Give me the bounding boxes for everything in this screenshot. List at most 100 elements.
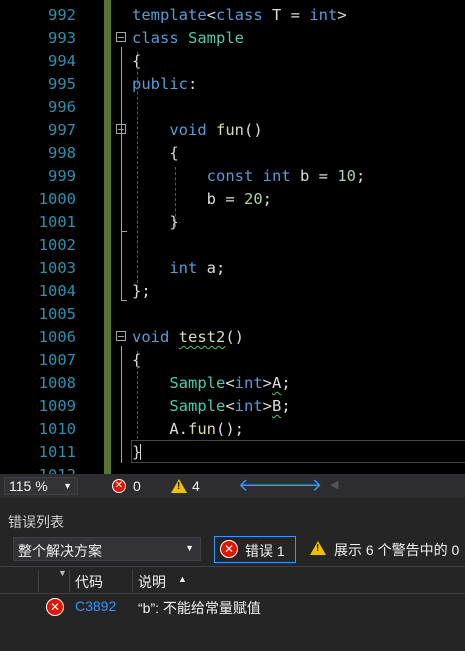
code-text[interactable]: Sample<int>B; [132, 395, 291, 418]
code-token: b = [290, 167, 338, 185]
line-number: 1004 [38, 282, 76, 300]
sort-ascending-icon[interactable]: ▲ [178, 574, 187, 584]
line-number: 1007 [38, 351, 76, 369]
code-line[interactable]: 1012 [0, 464, 465, 474]
code-line[interactable]: 999 const int b = 10; [0, 165, 465, 188]
error-description: “b”: 不能给常量赋值 [138, 600, 261, 616]
code-token: void [169, 121, 207, 139]
arrow-right-icon[interactable]: 🡒 [274, 475, 322, 496]
code-line[interactable]: 994{ [0, 50, 465, 73]
code-token: void [132, 328, 170, 346]
error-code-link[interactable]: C3892 [75, 598, 116, 614]
code-token: < [225, 397, 235, 415]
code-line[interactable]: 995 public: [0, 73, 465, 96]
code-line[interactable]: 997 void fun() [0, 119, 465, 142]
code-token: < [225, 374, 235, 392]
code-text[interactable]: { [132, 142, 179, 165]
zoom-level: 115 % [9, 478, 48, 494]
zoom-dropdown[interactable]: 115 % ▼ [4, 477, 78, 495]
code-text[interactable]: void test2() [132, 326, 244, 349]
line-number: 1002 [38, 236, 76, 254]
indent-guide [137, 351, 138, 439]
code-token: > [262, 374, 273, 392]
column-header-description[interactable]: 说明 [138, 572, 166, 592]
line-number: 1008 [38, 374, 76, 392]
code-line[interactable]: 1000 b = 20; [0, 188, 465, 211]
code-line[interactable]: 1008 Sample<int>A; [0, 372, 465, 395]
code-text[interactable]: }; [132, 280, 151, 303]
code-token: template [132, 6, 207, 24]
chevron-down-icon: ▼ [63, 481, 72, 491]
indent-guide [175, 167, 176, 227]
column-separator [38, 570, 39, 592]
code-token: int [169, 259, 198, 277]
error-icon[interactable]: ✕ [112, 479, 126, 493]
code-line[interactable]: 1003 int a; [0, 257, 465, 280]
warnings-filter-button[interactable]: 展示 6 个警告中的 0 [306, 536, 465, 563]
code-editor[interactable]: 992 template<class T = int> 993 class Sampl… [0, 0, 465, 474]
editor-status-bar: 115 % ▼ ✕ 0 4 🡐 🡒 ◀ [0, 474, 465, 498]
scope-dropdown[interactable]: 整个解决方案 ▼ [13, 537, 201, 561]
code-token: const [206, 167, 254, 185]
code-text[interactable]: template<class T = int> [132, 4, 347, 27]
scroll-left-icon[interactable]: ◀ [330, 478, 338, 491]
line-number: 992 [48, 6, 76, 24]
line-number: 1010 [38, 420, 76, 438]
indent-guide [137, 52, 138, 288]
column-header-code[interactable]: 代码 [75, 572, 103, 592]
collapse-icon[interactable] [116, 32, 126, 42]
code-line[interactable]: 1005 [0, 303, 465, 326]
filter-icon[interactable]: ▼ [58, 568, 67, 578]
code-text[interactable]: public: [132, 73, 197, 96]
collapse-icon[interactable] [116, 331, 126, 341]
errors-filter-button[interactable]: ✕ 错误 1 [214, 536, 296, 563]
code-line[interactable]: 998 { [0, 142, 465, 165]
warning-count[interactable]: 4 [192, 478, 200, 494]
line-number: 1012 [0, 464, 76, 474]
code-token: a; [197, 259, 226, 277]
line-number: 1011 [38, 443, 76, 461]
code-text[interactable]: } [132, 211, 178, 234]
code-line[interactable]: 1001 } [0, 211, 465, 234]
code-token: int [262, 167, 291, 185]
line-number: 997 [48, 121, 76, 139]
code-token: ; [281, 397, 291, 415]
outline-fold-end [121, 231, 127, 232]
code-text[interactable]: class Sample [132, 27, 244, 50]
code-text[interactable]: void fun() [132, 119, 262, 142]
code-line[interactable]: 1004}; [0, 280, 465, 303]
code-line[interactable]: 1010 A.fun(); [0, 418, 465, 441]
code-token: public [132, 75, 188, 93]
current-line-highlight [131, 440, 465, 463]
code-token: { [132, 144, 179, 162]
line-number: 1009 [38, 397, 76, 415]
code-line[interactable]: 1002 [0, 234, 465, 257]
code-token: int [234, 397, 263, 415]
code-text[interactable]: int a; [132, 257, 225, 280]
code-token: < [206, 6, 216, 24]
code-text[interactable]: Sample<int>A; [132, 372, 291, 395]
warnings-filter-label: 展示 6 个警告中的 0 [334, 542, 460, 558]
table-row[interactable]: ✕ C3892 “b”: 不能给常量赋值 [0, 594, 465, 620]
code-line[interactable]: 992 template<class T = int> [0, 4, 465, 27]
chevron-down-icon: ▼ [185, 543, 194, 553]
code-line[interactable]: 1006 void test2() [0, 326, 465, 349]
code-line[interactable]: 996 [0, 96, 465, 119]
code-text[interactable]: b = 20; [132, 188, 272, 211]
code-line[interactable]: 993 class Sample [0, 27, 465, 50]
code-token: }; [132, 282, 151, 300]
code-token: T = [262, 6, 310, 24]
warning-icon[interactable] [171, 479, 187, 493]
error-list-panel-header: 错误列表 [0, 498, 465, 530]
line-number: 994 [48, 52, 76, 70]
error-count[interactable]: 0 [133, 478, 141, 494]
code-token: A [272, 374, 282, 392]
code-text[interactable]: const int b = 10; [132, 165, 366, 188]
code-line[interactable]: 1007{ [0, 349, 465, 372]
code-token: ; [281, 374, 291, 392]
code-token: 10 [337, 167, 357, 185]
code-line[interactable]: 1009 Sample<int>B; [0, 395, 465, 418]
code-text[interactable]: A.fun(); [132, 418, 244, 441]
